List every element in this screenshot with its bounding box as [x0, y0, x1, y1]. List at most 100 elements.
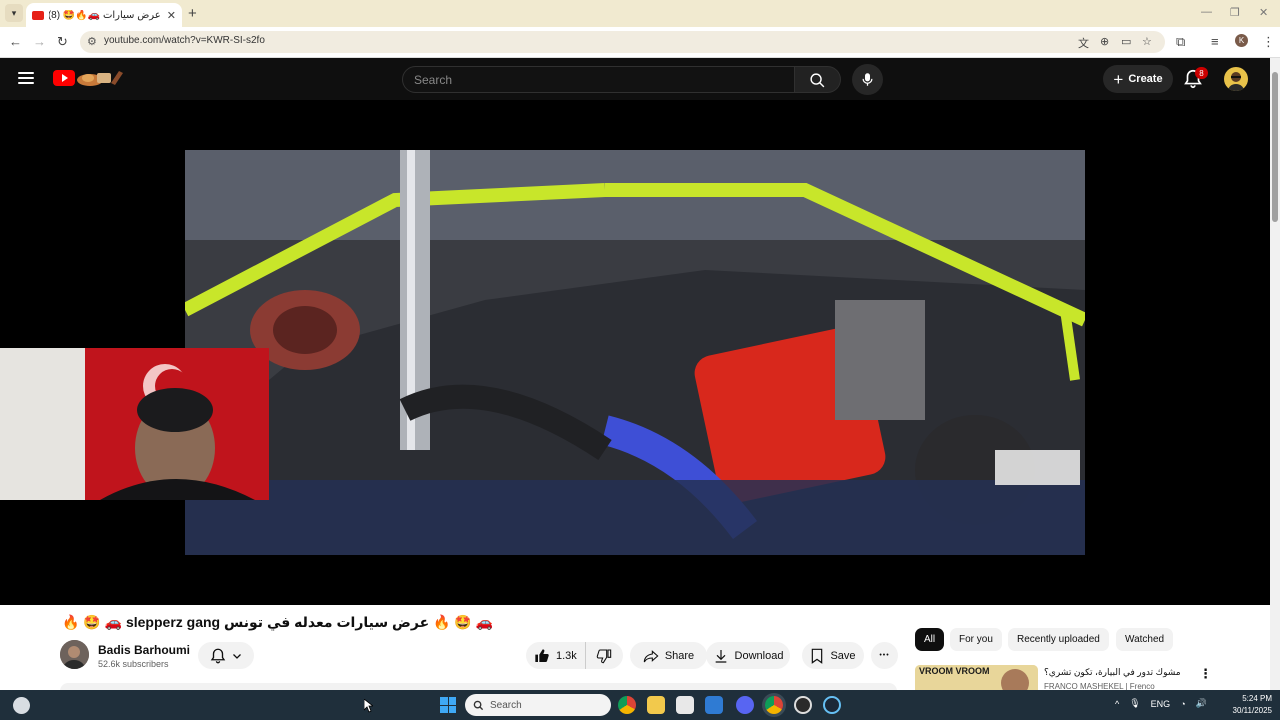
hamburger-menu-icon[interactable]	[18, 72, 34, 84]
download-icon	[715, 649, 726, 663]
microsoft-store-icon[interactable]	[676, 696, 694, 714]
chip-recently-uploaded[interactable]: Recently uploaded	[1008, 628, 1109, 651]
browser-menu-icon[interactable]: ⋮	[1262, 34, 1275, 50]
download-label: Download	[734, 649, 784, 662]
language-indicator[interactable]: ENG	[1151, 699, 1171, 709]
weather-widget-icon[interactable]	[13, 697, 30, 714]
video-frame[interactable]	[185, 150, 1085, 555]
browser-tab[interactable]: عرض سيارات 🚗🔥🤩 (8) ✕	[26, 3, 182, 27]
chip-watched[interactable]: Watched	[1116, 628, 1174, 651]
mail-icon[interactable]	[705, 696, 723, 714]
account-avatar[interactable]	[1224, 67, 1248, 91]
wifi-icon[interactable]: ◔	[1180, 699, 1185, 709]
taskbar-search-placeholder: Search	[490, 699, 522, 711]
obs-icon[interactable]	[794, 696, 812, 714]
browser-tab-strip: ▾ عرض سيارات 🚗🔥🤩 (8) ✕ + — ❐ ✕	[0, 0, 1280, 27]
search-icon	[810, 73, 825, 88]
save-button[interactable]: Save	[802, 642, 864, 669]
volume-icon[interactable]: 🔊	[1196, 698, 1207, 709]
like-dislike-group: 1.3k	[526, 642, 623, 669]
notification-badge: 8	[1195, 67, 1208, 79]
recommended-video-title[interactable]: مشوك تدور في البيارة، تكون تشري؟	[1044, 667, 1194, 678]
subscription-notifications-button[interactable]	[198, 642, 254, 669]
clock-time: 5:24 PM	[1242, 694, 1272, 703]
more-horizontal-icon: •••	[879, 652, 890, 659]
bell-icon	[210, 648, 226, 663]
chip-all[interactable]: All	[915, 628, 945, 651]
mouse-cursor-icon	[364, 699, 373, 713]
dislike-button[interactable]	[586, 642, 623, 669]
bookmark-star-icon[interactable]: ☆	[1142, 35, 1152, 48]
close-window-icon[interactable]: ✕	[1259, 6, 1268, 19]
create-label: Create	[1128, 73, 1163, 85]
chrome-active-icon[interactable]	[765, 696, 783, 714]
page-scrollbar[interactable]	[1270, 58, 1280, 690]
search-input[interactable]	[414, 72, 783, 87]
tab-search-button[interactable]: ▾	[5, 4, 23, 22]
more-actions-button[interactable]: •••	[871, 642, 898, 669]
url-text[interactable]: youtube.com/watch?v=KWR-SI-s2fo	[104, 35, 265, 46]
zoom-icon[interactable]: ⊕	[1100, 35, 1109, 48]
plus-icon: +	[1113, 69, 1124, 89]
webcam-overlay-image	[0, 348, 269, 500]
clock-date: 30/11/2025	[1232, 706, 1272, 715]
translate-icon[interactable]: 文	[1078, 35, 1089, 51]
chrome-icon[interactable]	[618, 696, 636, 714]
recommended-video-thumbnail[interactable]: VROOM VROOM	[915, 665, 1038, 690]
system-tray: ^ 🎙 ENG ◔ 🔊	[1115, 698, 1207, 709]
search-button[interactable]	[795, 66, 841, 93]
browser-toolbar: ← → ↻ ⚙ youtube.com/watch?v=KWR-SI-s2fo …	[0, 27, 1280, 58]
tray-microphone-icon[interactable]: 🎙	[1129, 698, 1140, 709]
thumbs-up-icon	[535, 648, 549, 662]
chip-for-you[interactable]: For you	[950, 628, 1002, 651]
minimize-icon[interactable]: —	[1201, 6, 1212, 18]
extensions-icon[interactable]: ⧉	[1176, 34, 1185, 50]
channel-name[interactable]: Badis Barhoumi	[98, 643, 190, 657]
tab-close-icon[interactable]: ✕	[167, 9, 176, 22]
video-title: 🔥 🤩 🚗 slepperz gang عرض سيارات معدله في …	[62, 614, 494, 630]
share-label: Share	[664, 649, 695, 662]
steam-icon[interactable]	[823, 696, 841, 714]
recommended-video-menu-icon[interactable]: ⋮	[1199, 666, 1212, 682]
new-tab-button[interactable]: +	[188, 5, 197, 22]
forward-icon[interactable]: →	[33, 34, 46, 49]
video-player[interactable]	[0, 100, 1270, 605]
back-icon[interactable]: ←	[9, 34, 22, 49]
discord-icon[interactable]	[736, 696, 754, 714]
reload-icon[interactable]: ↻	[57, 34, 68, 50]
taskbar-search[interactable]: Search	[465, 694, 611, 716]
windows-taskbar: Search ^ 🎙 ENG ◔ 🔊 5:24 PM 30/11/2025	[0, 690, 1280, 720]
channel-avatar[interactable]	[60, 640, 89, 669]
voice-search-button[interactable]	[852, 64, 883, 95]
profile-avatar[interactable]: K	[1235, 34, 1248, 47]
chevron-down-icon	[233, 653, 241, 659]
thumbs-down-icon	[597, 648, 612, 663]
cast-icon[interactable]: ▭	[1121, 35, 1131, 48]
youtube-favicon-icon	[32, 10, 44, 20]
search-box[interactable]	[402, 66, 795, 93]
download-button[interactable]: Download	[706, 642, 790, 669]
taskbar-search-icon	[473, 700, 484, 710]
maximize-icon[interactable]: ❐	[1230, 6, 1240, 19]
share-icon	[643, 649, 659, 662]
youtube-logo-icon[interactable]	[53, 67, 125, 89]
windows-start-icon[interactable]	[440, 697, 456, 713]
taskbar-clock[interactable]: 5:24 PM 30/11/2025	[1222, 693, 1272, 717]
site-info-icon[interactable]: ⚙	[87, 35, 97, 48]
show-hidden-icons-icon[interactable]: ^	[1115, 699, 1119, 709]
thumbnail-text: VROOM VROOM	[919, 666, 990, 676]
scrollbar-thumb[interactable]	[1272, 72, 1278, 222]
file-explorer-icon[interactable]	[647, 696, 665, 714]
share-button[interactable]: Share	[630, 642, 707, 669]
like-count: 1.3k	[556, 649, 577, 662]
like-button[interactable]: 1.3k	[526, 642, 586, 669]
save-label: Save	[830, 649, 856, 662]
address-bar[interactable]: ⚙ youtube.com/watch?v=KWR-SI-s2fo 文 ⊕ ▭ …	[80, 31, 1165, 53]
engine-bay-video-image	[185, 150, 1085, 555]
media-control-icon[interactable]: ≡	[1211, 34, 1219, 49]
microphone-icon	[862, 73, 873, 86]
subscriber-count: 52.6k subscribers	[98, 659, 169, 669]
tab-title: عرض سيارات 🚗🔥🤩 (8)	[49, 9, 161, 21]
youtube-header: + Create 8	[0, 58, 1270, 100]
create-button[interactable]: + Create	[1103, 65, 1173, 93]
